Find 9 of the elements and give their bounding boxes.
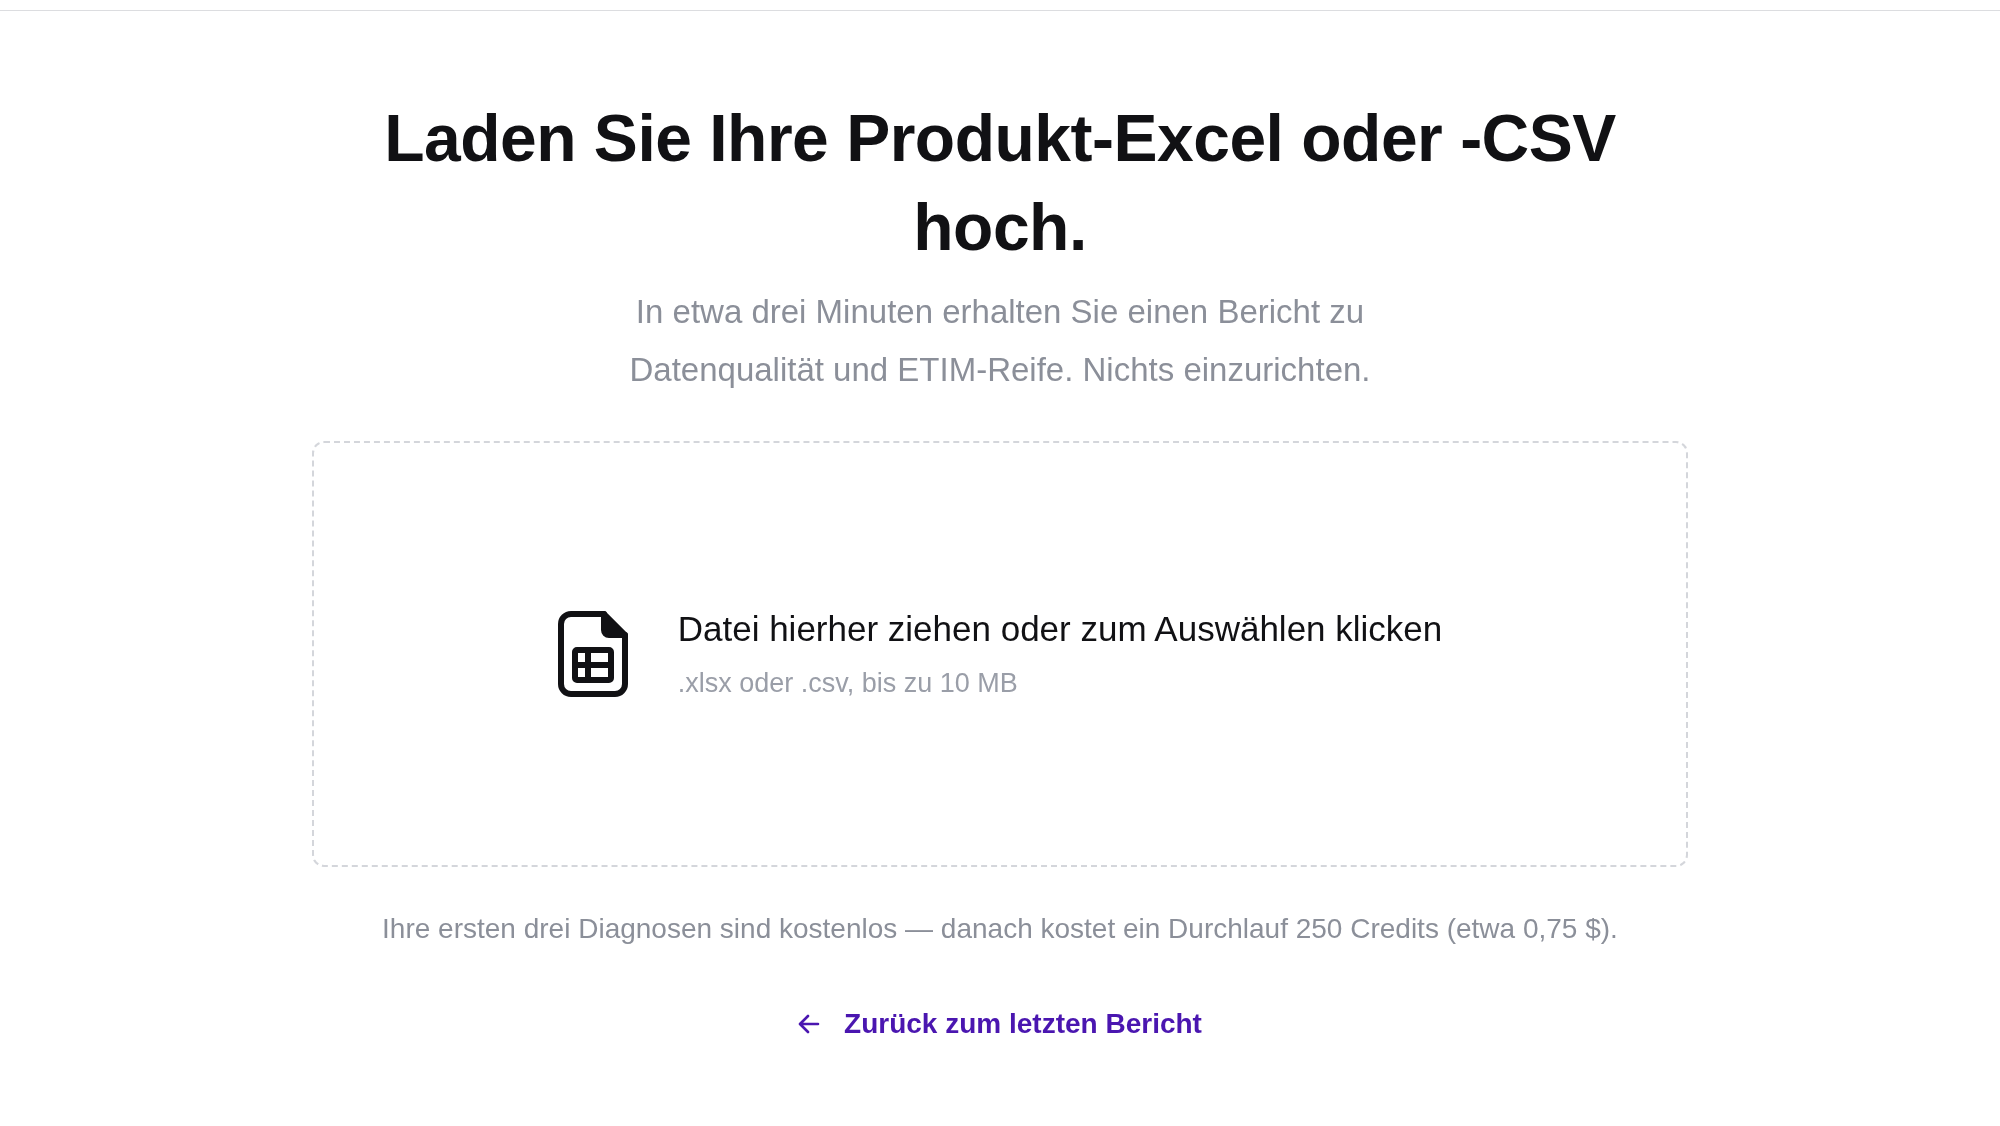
page-subtitle: In etwa drei Minuten erhalten Sie einen Bericht zu Datenqualität und ETIM-Reife. Nichts einzurichten. (628, 292, 1372, 390)
dropzone-title: Datei hierher ziehen oder zum Auswählen klicken (677, 608, 1443, 650)
pricing-note: Ihre ersten drei Diagnosen sind kostenlos — danach kostet ein Durchlauf 250 Credits (etwa 0,75 $). (382, 912, 1618, 946)
dropzone-hint: .xlsx oder .csv, bis zu 10 MB (677, 667, 1019, 700)
file-dropzone[interactable]: Datei hierher ziehen oder zum Auswählen klicken .xlsx oder .csv, bis zu 10 MB (312, 441, 1688, 867)
spreadsheet-file-icon (557, 611, 628, 697)
back-link[interactable]: Zurück zum letzten Bericht (798, 1006, 1202, 1042)
page-heading: Laden Sie Ihre Produkt-Excel oder -CSV hoch. (383, 100, 1617, 266)
arrow-left-icon (798, 1014, 821, 1034)
